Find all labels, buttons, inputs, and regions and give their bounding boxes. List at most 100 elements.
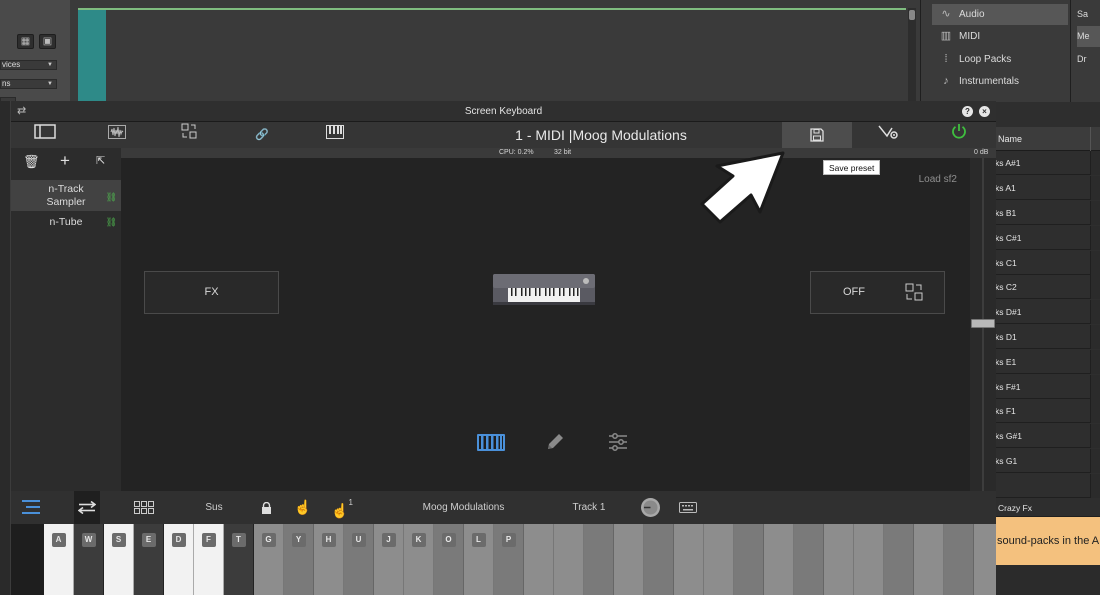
piano-key[interactable] <box>704 524 734 595</box>
piano-key-h[interactable]: H <box>314 524 344 595</box>
piano-key[interactable] <box>764 524 794 595</box>
list-item[interactable]: ks F#1 <box>995 375 1100 399</box>
touch-icon[interactable]: ☝ <box>293 491 313 524</box>
power-icon[interactable] <box>939 122 979 148</box>
piano-key-t[interactable]: T <box>224 524 254 595</box>
midi-clip[interactable] <box>78 8 106 102</box>
list-item[interactable]: ks D#1 <box>995 300 1100 324</box>
pencil-icon[interactable] <box>544 431 566 453</box>
piano-key[interactable] <box>674 524 704 595</box>
subcategory-item[interactable]: Me <box>1077 26 1100 47</box>
lock-icon[interactable] <box>256 491 276 524</box>
piano-key-y[interactable]: Y <box>284 524 314 595</box>
link-icon[interactable]: ⛓ <box>106 191 117 204</box>
piano-key[interactable] <box>554 524 584 595</box>
piano-key-d[interactable]: D <box>164 524 194 595</box>
info-banner[interactable]: sound-packs in the A <box>995 517 1100 565</box>
piano-key-g[interactable]: G <box>254 524 284 595</box>
plugin-item-ntube[interactable]: n-Tube ⛓ <box>11 214 121 230</box>
terminal-icon[interactable]: ▣ <box>39 34 56 49</box>
list-item[interactable] <box>995 474 1100 498</box>
save-preset-button[interactable] <box>782 122 852 148</box>
waveform-view-icon[interactable] <box>97 122 137 148</box>
subcategory-item[interactable]: Sa <box>1077 4 1100 25</box>
sidebar-toggle-icon[interactable] <box>25 122 65 148</box>
browser-item-loop-packs[interactable]: ⁞ Loop Packs <box>932 49 1068 70</box>
list-item[interactable]: ks F1 <box>995 399 1100 423</box>
help-icon[interactable]: ? <box>962 106 973 117</box>
routing-icon[interactable] <box>169 122 209 148</box>
piano-key-o[interactable]: O <box>434 524 464 595</box>
piano-key[interactable] <box>974 524 996 595</box>
swap-keyboard-icon[interactable] <box>74 491 100 524</box>
settings-sliders-icon[interactable] <box>607 431 629 453</box>
piano-key-e[interactable]: E <box>134 524 164 595</box>
piano-key-k[interactable]: K <box>404 524 434 595</box>
piano-key[interactable] <box>794 524 824 595</box>
device-select[interactable]: vices ▼ <box>0 60 57 70</box>
browser-item-instrumentals[interactable]: ♪ Instrumentals <box>932 71 1068 92</box>
piano-key[interactable] <box>644 524 674 595</box>
piano-key-s[interactable]: S <box>104 524 134 595</box>
window-titlebar[interactable]: ⇄ Screen Keyboard ? × <box>11 101 996 122</box>
list-item[interactable]: ks E1 <box>995 350 1100 374</box>
list-item[interactable]: ks A1 <box>995 176 1100 200</box>
piano-key[interactable] <box>884 524 914 595</box>
piano-tab[interactable] <box>476 431 506 453</box>
piano-key-p[interactable]: P <box>494 524 524 595</box>
arrange-scrollbar[interactable] <box>908 8 916 102</box>
slider-thumb[interactable] <box>971 319 995 328</box>
fx-button[interactable]: FX <box>144 271 279 314</box>
subcategory-item[interactable]: Dr <box>1077 49 1100 70</box>
velocity-knob[interactable] <box>639 491 661 524</box>
piano-key[interactable] <box>524 524 554 595</box>
computer-keyboard-icon[interactable] <box>676 491 700 524</box>
list-item[interactable]: ks C2 <box>995 275 1100 299</box>
list-item[interactable]: ks G#1 <box>995 424 1100 448</box>
trash-icon[interactable]: 🗑 <box>23 154 40 170</box>
piano-key-l[interactable]: L <box>464 524 494 595</box>
add-icon[interactable]: + <box>60 151 70 171</box>
list-item[interactable]: ks C1 <box>995 251 1100 275</box>
scrollbar-thumb[interactable] <box>909 10 915 20</box>
close-icon[interactable]: × <box>979 106 990 117</box>
list-item[interactable]: ks D1 <box>995 325 1100 349</box>
piano-key[interactable] <box>584 524 614 595</box>
effect-off-button[interactable]: OFF <box>810 271 945 314</box>
piano-key-w[interactable]: W <box>74 524 104 595</box>
channel-select[interactable]: ns ▼ <box>0 79 57 89</box>
list-item[interactable]: ks G1 <box>995 449 1100 473</box>
piano-key-f[interactable]: F <box>194 524 224 595</box>
arrange-view[interactable] <box>70 0 920 102</box>
link-icon[interactable]: 🔗 <box>242 122 282 148</box>
grid-icon[interactable] <box>131 491 157 524</box>
list-item[interactable]: ks B1 <box>995 201 1100 225</box>
piano-key[interactable] <box>11 524 44 595</box>
piano-key-u[interactable]: U <box>344 524 374 595</box>
automation-icon[interactable] <box>868 122 908 148</box>
piano-key[interactable] <box>614 524 644 595</box>
list-item[interactable]: ks A#1 <box>995 151 1100 175</box>
piano-view-icon[interactable] <box>315 122 355 148</box>
piano-key-j[interactable]: J <box>374 524 404 595</box>
multi-touch-icon[interactable]: ☝1 <box>329 491 355 524</box>
list-item[interactable]: ks C#1 <box>995 226 1100 250</box>
link-icon[interactable]: ⛓ <box>106 214 117 230</box>
piano-key[interactable] <box>824 524 854 595</box>
plugin-item-ntrack-sampler[interactable]: n-Track Sampler ⛓ <box>11 180 121 211</box>
menu-icon[interactable] <box>11 491 51 524</box>
grid-icon[interactable]: ▦ <box>17 34 34 49</box>
piano-key[interactable] <box>914 524 944 595</box>
piano-key-a[interactable]: A <box>44 524 74 595</box>
browser-item-midi[interactable]: ▥ MIDI <box>932 26 1068 47</box>
piano-key[interactable] <box>944 524 974 595</box>
export-icon[interactable]: ⇱ <box>96 154 105 167</box>
load-sf2-button[interactable]: Load sf2 <box>919 174 957 185</box>
piano-key[interactable] <box>734 524 764 595</box>
piano-key[interactable] <box>854 524 884 595</box>
name-column-header[interactable]: Name <box>995 127 1100 151</box>
volume-slider[interactable] <box>970 158 996 491</box>
list-item[interactable]: Crazy Fx <box>995 499 1100 517</box>
browser-item-audio[interactable]: ∿ Audio <box>932 4 1068 25</box>
sustain-button[interactable]: Sus <box>199 491 229 524</box>
